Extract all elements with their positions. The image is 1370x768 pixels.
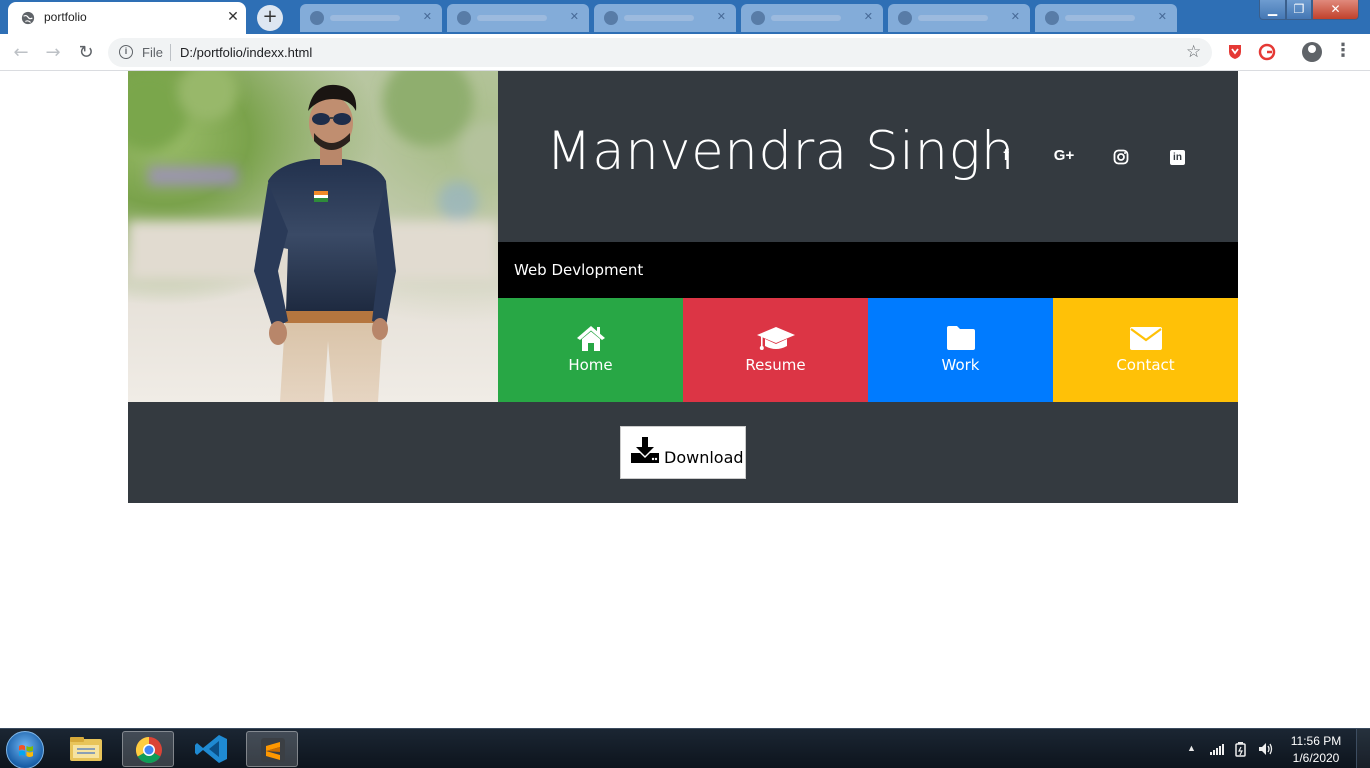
instagram-icon[interactable] xyxy=(1113,149,1129,165)
new-tab-button[interactable]: + xyxy=(257,5,283,31)
tab-strip: portfolio ✕ + ✕ ✕ ✕ ✕ ✕ ✕ xyxy=(0,0,1250,34)
background-tab[interactable]: ✕ xyxy=(1035,4,1177,32)
home-icon xyxy=(577,326,605,351)
tile-home[interactable]: Home xyxy=(498,298,683,402)
download-panel: Download xyxy=(128,402,1238,503)
tile-label: Contact xyxy=(1116,356,1175,374)
taskbar-chrome[interactable] xyxy=(122,731,174,767)
tab-close-icon[interactable]: ✕ xyxy=(1011,10,1020,23)
tile-label: Work xyxy=(941,356,980,374)
tab-title-blurred xyxy=(477,15,547,21)
background-tab[interactable]: ✕ xyxy=(300,4,442,32)
facebook-icon[interactable]: f xyxy=(993,147,1019,167)
tab-close-icon[interactable]: ✕ xyxy=(1158,10,1167,23)
google-plus-icon[interactable]: G+ xyxy=(1051,147,1077,167)
tab-favicon-icon xyxy=(898,11,912,25)
tile-work[interactable]: Work xyxy=(868,298,1053,402)
tab-close-icon[interactable]: ✕ xyxy=(225,9,241,25)
background-tab[interactable]: ✕ xyxy=(447,4,589,32)
folder-icon xyxy=(947,326,975,350)
clock-time[interactable]: 11:56 PM xyxy=(1287,734,1345,748)
sublime-text-icon xyxy=(261,738,285,762)
tab-portfolio[interactable]: portfolio ✕ xyxy=(8,2,246,34)
minimize-button[interactable]: ▁ xyxy=(1259,0,1286,20)
browser-menu-icon[interactable]: ⋮ xyxy=(1334,42,1352,62)
person-illustration xyxy=(128,71,498,402)
profile-photo xyxy=(128,71,498,402)
address-bar[interactable]: i File D:/portfolio/indexx.html ☆ xyxy=(108,38,1212,67)
tab-title-blurred xyxy=(918,15,988,21)
download-label: Download xyxy=(664,448,744,467)
file-explorer-icon xyxy=(70,737,102,761)
subtitle: Web Devlopment xyxy=(514,261,644,279)
globe-icon xyxy=(21,11,35,25)
shield-extension-icon[interactable] xyxy=(1226,43,1244,61)
close-window-button[interactable]: ✕ xyxy=(1312,0,1359,20)
browser-toolbar: ← → ↻ i File D:/portfolio/indexx.html ☆ … xyxy=(0,34,1370,71)
download-button[interactable]: Download xyxy=(620,426,746,479)
download-icon xyxy=(631,437,659,463)
portfolio-page: Manvendra Singh f G+ in Web Devlopment H… xyxy=(128,71,1238,503)
linkedin-icon[interactable]: in xyxy=(1170,150,1185,165)
tab-favicon-icon xyxy=(604,11,618,25)
network-signal-icon[interactable] xyxy=(1209,743,1225,755)
bookmark-star-icon[interactable]: ☆ xyxy=(1186,42,1201,62)
tab-favicon-icon xyxy=(1045,11,1059,25)
show-desktop-button[interactable] xyxy=(1356,729,1370,768)
tab-close-icon[interactable]: ✕ xyxy=(717,10,726,23)
tile-resume[interactable]: Resume xyxy=(683,298,868,402)
tab-favicon-icon xyxy=(457,11,471,25)
volume-icon[interactable] xyxy=(1257,741,1275,757)
tab-title-blurred xyxy=(330,15,400,21)
tile-contact[interactable]: Contact xyxy=(1053,298,1238,402)
forward-button[interactable]: → xyxy=(42,42,64,64)
tab-title-blurred xyxy=(1065,15,1135,21)
clock-date[interactable]: 1/6/2020 xyxy=(1287,751,1345,765)
windows-taskbar: ▲ 11:56 PM 1/6/2020 xyxy=(0,728,1370,768)
profile-avatar-icon[interactable] xyxy=(1302,42,1322,62)
url-text[interactable]: D:/portfolio/indexx.html xyxy=(180,45,312,60)
tab-close-icon[interactable]: ✕ xyxy=(864,10,873,23)
taskbar-vscode[interactable] xyxy=(186,731,238,767)
header-panel: Manvendra Singh f G+ in xyxy=(498,71,1238,242)
battery-plug-icon[interactable] xyxy=(1234,741,1248,757)
vscode-icon xyxy=(195,735,227,763)
tab-title-blurred xyxy=(624,15,694,21)
scheme-label: File xyxy=(142,45,163,60)
window-controls: ▁ ❐ ✕ xyxy=(1259,0,1365,20)
reload-button[interactable]: ↻ xyxy=(75,42,97,64)
tab-close-icon[interactable]: ✕ xyxy=(423,10,432,23)
tile-label: Home xyxy=(568,356,613,374)
subtitle-bar: Web Devlopment xyxy=(498,242,1238,298)
tab-title: portfolio xyxy=(44,10,87,24)
background-tab[interactable]: ✕ xyxy=(594,4,736,32)
site-info-icon[interactable]: i xyxy=(119,45,133,59)
browser-titlebar: portfolio ✕ + ✕ ✕ ✕ ✕ ✕ ✕ ▁ ❐ ✕ xyxy=(0,0,1370,34)
divider xyxy=(170,44,171,61)
envelope-icon xyxy=(1130,327,1162,350)
taskbar-file-explorer[interactable] xyxy=(60,731,112,767)
tile-label: Resume xyxy=(745,356,806,374)
start-button[interactable] xyxy=(6,731,44,768)
tab-title-blurred xyxy=(771,15,841,21)
windows-logo-icon xyxy=(19,745,33,757)
background-tab[interactable]: ✕ xyxy=(741,4,883,32)
grammarly-extension-icon[interactable] xyxy=(1258,43,1276,61)
site-title: Manvendra Singh xyxy=(546,121,1015,182)
tray-expand-icon[interactable]: ▲ xyxy=(1187,743,1196,753)
back-button[interactable]: ← xyxy=(10,42,32,64)
tab-favicon-icon xyxy=(751,11,765,25)
tab-close-icon[interactable]: ✕ xyxy=(570,10,579,23)
background-tab[interactable]: ✕ xyxy=(888,4,1030,32)
chrome-icon xyxy=(135,736,162,764)
tab-favicon-icon xyxy=(310,11,324,25)
maximize-button[interactable]: ❐ xyxy=(1286,0,1312,20)
graduation-cap-icon xyxy=(757,327,795,350)
taskbar-sublime[interactable] xyxy=(246,731,298,767)
